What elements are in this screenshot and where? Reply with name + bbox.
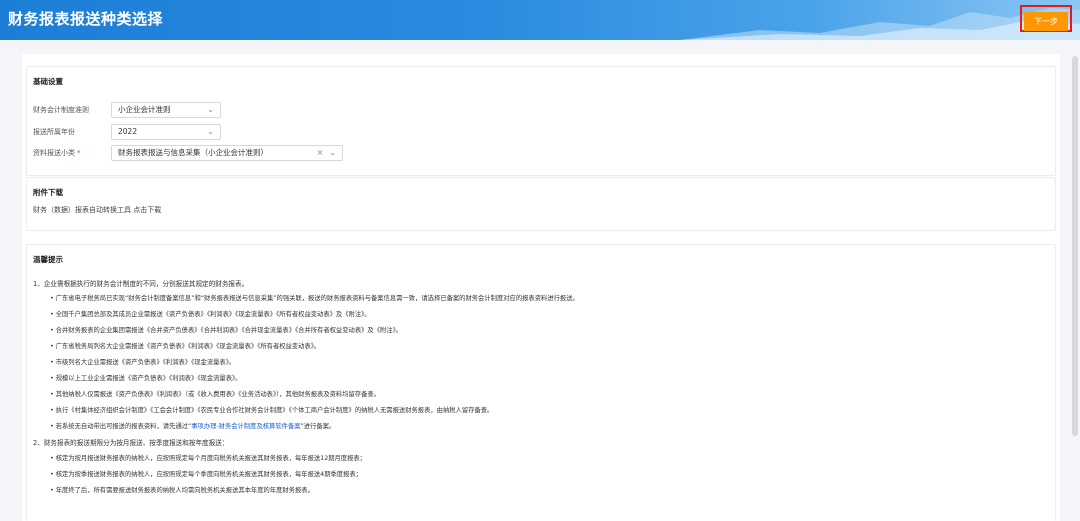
- next-step-button[interactable]: 下一步: [1024, 12, 1068, 31]
- page-header: 财务报表报送种类选择 下一步: [0, 0, 1080, 40]
- clear-icon[interactable]: ×: [317, 148, 324, 157]
- main-content: 基础设置 财务会计制度准则 小企业会计准则 ⌄ 报送所属年份 2022 ⌄ 资料…: [22, 54, 1060, 521]
- chevron-down-icon: ⌄: [207, 127, 214, 136]
- tip-bullet: • 年度终了后，所有需要报送财务报表的纳税人均需向税务机关报送其本年度的年度财务…: [50, 487, 314, 494]
- subtype-value: 财务报表报送与信息采集（小企业会计准则）: [118, 148, 268, 157]
- chevron-down-icon: ⌄: [207, 105, 214, 114]
- tip-bullet: • 若系统无自动带出可报送的报表资料，请先通过“事项办理-财务会计制度及核算软件…: [50, 423, 336, 430]
- year-label: 报送所属年份: [33, 127, 75, 136]
- tip-bullet: • 合并财务报表的企业集团需报送《合并资产负债表》《合并利润表》《合并现金流量表…: [50, 327, 403, 334]
- filing-link[interactable]: 事项办理-财务会计制度及核算软件备案: [191, 423, 300, 430]
- subtype-select[interactable]: 财务报表报送与信息采集（小企业会计准则） × ⌄: [111, 144, 343, 161]
- tip-bullet: • 全国千户集团总部及其成员企业需报送《资产负债表》《利润表》《现金流量表》《所…: [50, 311, 371, 318]
- tip-bullet: • 其他纳税人仅需报送《资产负债表》《利润表》（或《收入费用表》《业务活动表》）…: [50, 391, 380, 398]
- tip-bullet: • 核定为按月报送财务报表的纳税人，应按照规定每个月度向税务机关报送其财务报表，…: [50, 455, 366, 462]
- basic-settings-title: 基础设置: [33, 77, 63, 86]
- standard-select[interactable]: 小企业会计准则 ⌄: [111, 101, 221, 118]
- year-value: 2022: [118, 127, 138, 136]
- chevron-down-icon: ⌄: [329, 148, 336, 157]
- tip-line-1: 1、企业需根据执行的财务会计制度的不同，分别报送其规定的财务报表。: [33, 280, 249, 288]
- vertical-scrollbar[interactable]: [1072, 56, 1078, 436]
- tip-bullet: • 执行《村集体经济组织会计制度》《工会会计制度》《农民专业合作社财务会计制度》…: [50, 407, 494, 414]
- tips-title: 温馨提示: [33, 255, 63, 264]
- attachment-title: 附件下载: [33, 188, 63, 197]
- subtype-row: 资料报送小类 * 财务报表报送与信息采集（小企业会计准则） × ⌄: [33, 144, 343, 161]
- tip-bullet: • 规模以上工业企业需报送《资产负债表》《利润表》《现金流量表》。: [50, 375, 242, 382]
- attachment-card: 附件下载 财务（数据）报表自动转换工具 点击下载: [26, 177, 1056, 231]
- tip-line-2: 2、财务报表的报送期限分为按月报送、按季度报送和按年度报送：: [33, 439, 229, 447]
- tips-card: 温馨提示 1、企业需根据执行的财务会计制度的不同，分别报送其规定的财务报表。 •…: [26, 244, 1056, 521]
- year-row: 报送所属年份 2022 ⌄: [33, 123, 221, 140]
- basic-settings-card: 基础设置 财务会计制度准则 小企业会计准则 ⌄ 报送所属年份 2022 ⌄ 资料…: [26, 66, 1056, 176]
- tip-bullet: • 市级列名大企业需报送《资产负债表》《利润表》《现金流量表》。: [50, 359, 236, 366]
- page-title: 财务报表报送种类选择: [8, 10, 164, 28]
- subtype-label: 资料报送小类 *: [33, 148, 81, 157]
- tip-bullet: • 核定为按季报送财务报表的纳税人，应按照规定每个季度向税务机关报送其财务报表，…: [50, 471, 362, 478]
- tip-bullet: • 广东省电子税务局已实现“财务会计制度备案信息”和“财务报表报送与信息采集”的…: [50, 295, 579, 302]
- required-mark: *: [77, 148, 81, 157]
- tip-bullet: • 广东省税务局列名大企业需报送《资产负债表》《利润表》《现金流量表》《所有者权…: [50, 343, 321, 350]
- standard-value: 小企业会计准则: [118, 105, 171, 114]
- standard-row: 财务会计制度准则 小企业会计准则 ⌄: [33, 101, 221, 118]
- download-link[interactable]: 财务（数据）报表自动转换工具 点击下载: [33, 205, 161, 215]
- year-select[interactable]: 2022 ⌄: [111, 123, 221, 140]
- standard-label: 财务会计制度准则: [33, 105, 89, 114]
- next-button-highlight: 下一步: [1020, 5, 1072, 32]
